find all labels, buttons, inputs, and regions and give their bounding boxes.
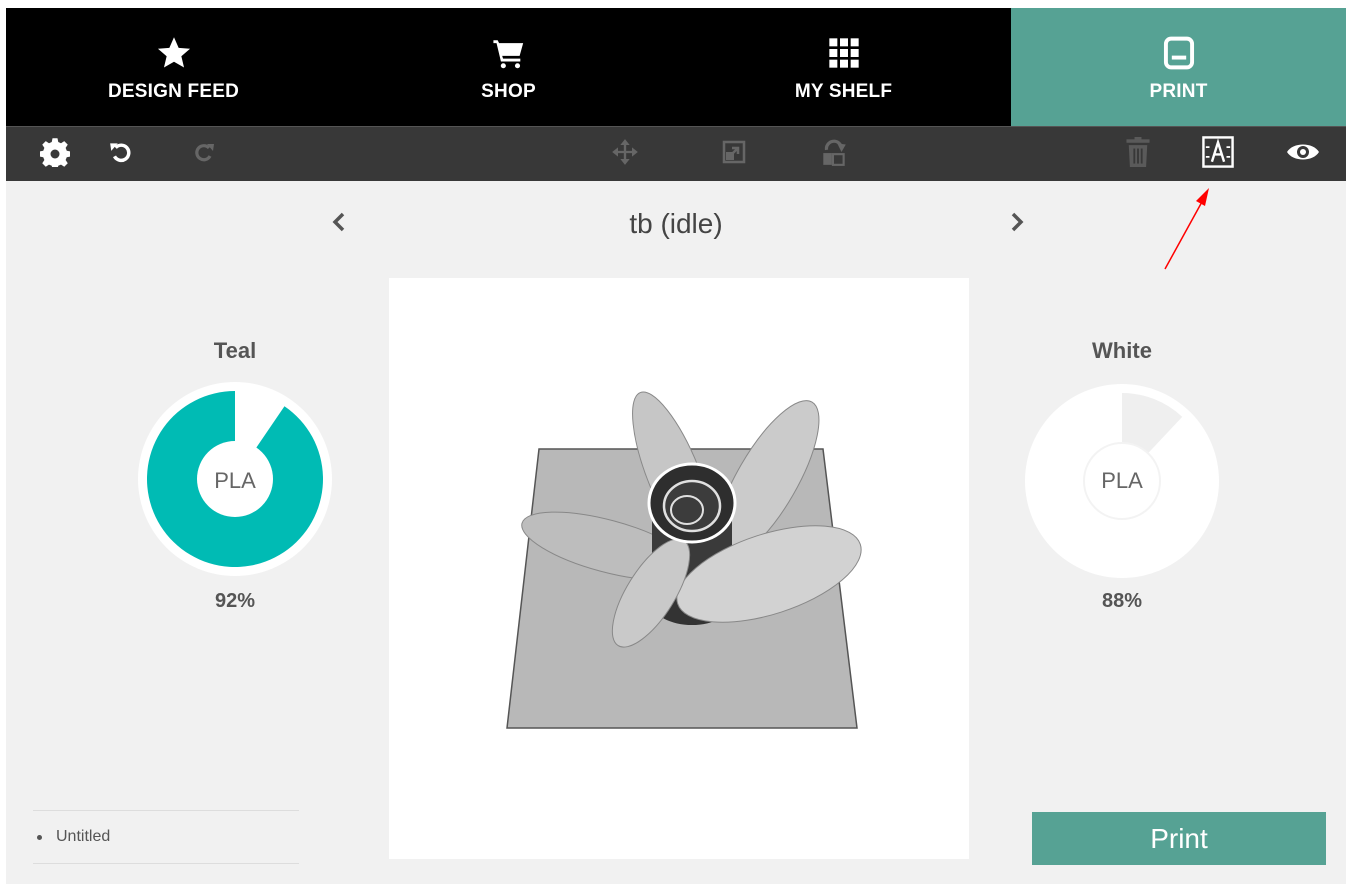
tab-label: PRINT — [1149, 81, 1208, 102]
propeller-model — [506, 391, 862, 729]
star-icon — [6, 34, 341, 72]
bullet-icon — [37, 834, 42, 840]
filament-color-name: Teal — [213, 338, 257, 363]
tab-label: SHOP — [481, 81, 536, 102]
preview-button[interactable] — [1281, 127, 1325, 181]
undo-button[interactable] — [99, 127, 143, 181]
text-label-button[interactable] — [1196, 127, 1240, 181]
model-viewport[interactable] — [389, 278, 969, 859]
tab-design-feed[interactable]: DESIGN FEED — [6, 8, 341, 126]
previous-printer-button[interactable] — [324, 204, 354, 244]
tab-label: DESIGN FEED — [108, 81, 239, 102]
printer-name: tb (idle) — [629, 208, 723, 239]
redo-button[interactable] — [182, 127, 226, 181]
print-job-list: Untitled — [33, 810, 299, 864]
scale-icon — [722, 140, 746, 169]
filament-material: PLA — [1101, 468, 1143, 493]
cart-icon — [341, 34, 676, 72]
rotate-icon — [821, 137, 847, 172]
trash-icon — [1126, 136, 1150, 172]
settings-button[interactable] — [33, 127, 77, 181]
toolbar — [6, 126, 1346, 181]
scale-button[interactable] — [712, 127, 756, 181]
filament-color-name: White — [1092, 338, 1152, 363]
gear-icon — [39, 137, 71, 172]
undo-icon — [108, 139, 134, 170]
tab-label: MY SHELF — [794, 81, 893, 102]
text-label-icon — [1201, 135, 1235, 174]
printer-icon — [1011, 34, 1346, 72]
filament-percent: 92% — [214, 590, 256, 612]
rotate-button[interactable] — [812, 127, 856, 181]
top-nav: DESIGN FEED SHOP MY SHELF PRINT — [6, 8, 1346, 126]
list-item[interactable]: Untitled — [33, 811, 299, 864]
tab-print[interactable]: PRINT — [1011, 8, 1346, 126]
filament-percent: 88% — [1101, 590, 1143, 612]
grid-icon — [676, 34, 1011, 72]
chevron-left-icon — [332, 212, 346, 237]
job-name: Untitled — [56, 828, 111, 845]
move-icon — [611, 138, 639, 171]
eye-icon — [1286, 140, 1320, 169]
chevron-right-icon — [1010, 212, 1024, 237]
redo-icon — [192, 140, 216, 169]
filament-material: PLA — [214, 468, 256, 493]
delete-button[interactable] — [1116, 127, 1160, 181]
app-window: DESIGN FEED SHOP MY SHELF PRINT tb (idle… — [6, 8, 1346, 884]
tab-my-shelf[interactable]: MY SHELF — [676, 8, 1011, 126]
print-button[interactable]: Print — [1032, 812, 1326, 865]
move-button[interactable] — [603, 127, 647, 181]
tab-shop[interactable]: SHOP — [341, 8, 676, 126]
next-printer-button[interactable] — [1002, 204, 1032, 244]
